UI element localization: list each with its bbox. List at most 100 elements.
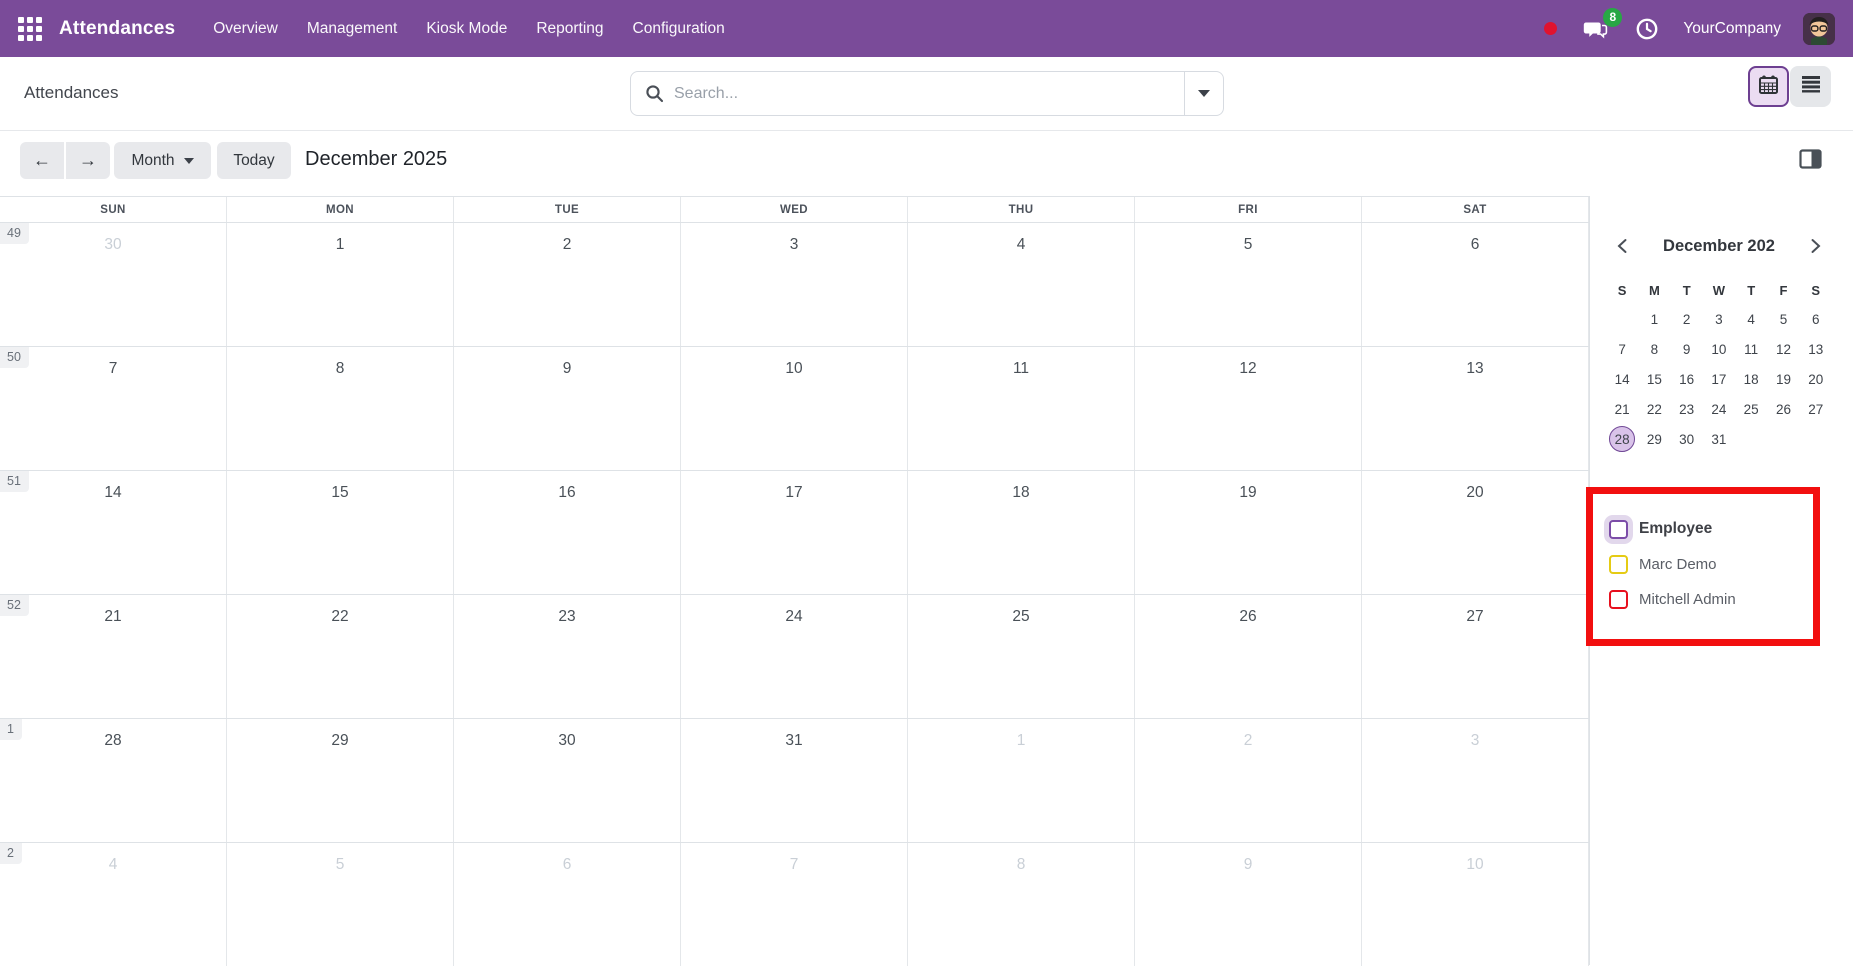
mini-day-cell[interactable]: 9 xyxy=(1671,334,1703,364)
mini-calendar-next-icon[interactable] xyxy=(1806,234,1826,258)
mini-day-cell[interactable]: 2 xyxy=(1671,304,1703,334)
mini-day-cell[interactable]: 6 xyxy=(1800,304,1832,334)
mini-day-cell[interactable]: 11 xyxy=(1735,334,1767,364)
calendar-day-cell[interactable]: 2 xyxy=(454,223,681,346)
filter-item-marc-demo[interactable]: Marc Demo xyxy=(1605,547,1805,582)
user-avatar[interactable] xyxy=(1803,13,1835,45)
calendar-day-cell[interactable]: 10 xyxy=(681,347,908,470)
menu-item-configuration[interactable]: Configuration xyxy=(633,20,725,38)
calendar-day-cell[interactable]: 20 xyxy=(1362,471,1589,594)
menu-item-kiosk-mode[interactable]: Kiosk Mode xyxy=(426,20,507,38)
calendar-day-cell[interactable]: 21 xyxy=(0,595,227,718)
next-period-button[interactable]: → xyxy=(66,142,110,179)
mini-day-cell[interactable]: 3 xyxy=(1703,304,1735,334)
mini-day-cell[interactable]: 5 xyxy=(1767,304,1799,334)
mini-day-cell[interactable]: 21 xyxy=(1606,394,1638,424)
mini-day-cell[interactable]: 14 xyxy=(1606,364,1638,394)
previous-period-button[interactable]: ← xyxy=(20,142,64,179)
calendar-day-cell[interactable]: 8 xyxy=(227,347,454,470)
mini-day-cell[interactable]: 4 xyxy=(1735,304,1767,334)
calendar-day-cell[interactable]: 26 xyxy=(1135,595,1362,718)
calendar-day-cell[interactable]: 30 xyxy=(454,719,681,842)
calendar-day-cell[interactable]: 4 xyxy=(0,843,227,966)
calendar-day-cell[interactable]: 28 xyxy=(0,719,227,842)
calendar-day-cell[interactable]: 31 xyxy=(681,719,908,842)
calendar-day-cell[interactable]: 19 xyxy=(1135,471,1362,594)
mini-day-cell[interactable]: 25 xyxy=(1735,394,1767,424)
mini-day-cell[interactable]: 7 xyxy=(1606,334,1638,364)
calendar-day-cell[interactable]: 14 xyxy=(0,471,227,594)
app-name[interactable]: Attendances xyxy=(59,18,175,40)
calendar-day-cell[interactable]: 10 xyxy=(1362,843,1589,966)
menu-item-reporting[interactable]: Reporting xyxy=(536,20,603,38)
company-name[interactable]: YourCompany xyxy=(1683,20,1781,38)
calendar-day-cell[interactable]: 13 xyxy=(1362,347,1589,470)
calendar-day-cell[interactable]: 3 xyxy=(1362,719,1589,842)
mini-day-cell[interactable]: 8 xyxy=(1638,334,1670,364)
calendar-day-cell[interactable]: 7 xyxy=(0,347,227,470)
calendar-day-cell[interactable]: 17 xyxy=(681,471,908,594)
calendar-day-cell[interactable]: 6 xyxy=(1362,223,1589,346)
calendar-day-cell[interactable]: 7 xyxy=(681,843,908,966)
calendar-day-cell[interactable]: 25 xyxy=(908,595,1135,718)
mini-day-cell[interactable]: 16 xyxy=(1671,364,1703,394)
search-dropdown-button[interactable] xyxy=(1184,72,1223,115)
mini-day-cell[interactable]: 13 xyxy=(1800,334,1832,364)
apps-menu-icon[interactable] xyxy=(18,17,42,41)
scale-dropdown-button[interactable]: Month xyxy=(114,142,211,179)
calendar-day-cell[interactable]: 16 xyxy=(454,471,681,594)
filter-section-employee[interactable]: Employee xyxy=(1605,511,1805,547)
mini-day-cell[interactable]: 12 xyxy=(1767,334,1799,364)
mini-day-cell[interactable]: 28 xyxy=(1606,424,1638,454)
mini-day-cell[interactable]: 10 xyxy=(1703,334,1735,364)
employee-section-checkbox[interactable] xyxy=(1609,520,1628,539)
calendar-day-cell[interactable]: 12 xyxy=(1135,347,1362,470)
today-button[interactable]: Today xyxy=(217,142,291,179)
calendar-day-cell[interactable]: 9 xyxy=(454,347,681,470)
calendar-day-cell[interactable]: 15 xyxy=(227,471,454,594)
list-view-button[interactable] xyxy=(1790,66,1831,107)
mini-day-cell[interactable]: 24 xyxy=(1703,394,1735,424)
calendar-day-cell[interactable]: 9 xyxy=(1135,843,1362,966)
menu-item-overview[interactable]: Overview xyxy=(213,20,278,38)
mini-day-cell[interactable]: 20 xyxy=(1800,364,1832,394)
filter-checkbox[interactable] xyxy=(1609,590,1628,609)
messages-button[interactable]: 8 xyxy=(1583,16,1609,42)
filter-item-mitchell-admin[interactable]: Mitchell Admin xyxy=(1605,582,1805,617)
calendar-day-cell[interactable]: 5 xyxy=(227,843,454,966)
mini-day-cell[interactable]: 29 xyxy=(1638,424,1670,454)
calendar-day-cell[interactable]: 3 xyxy=(681,223,908,346)
calendar-day-cell[interactable]: 29 xyxy=(227,719,454,842)
mini-calendar-prev-icon[interactable] xyxy=(1612,234,1632,258)
calendar-day-cell[interactable]: 1 xyxy=(908,719,1135,842)
calendar-day-cell[interactable]: 11 xyxy=(908,347,1135,470)
calendar-day-cell[interactable]: 4 xyxy=(908,223,1135,346)
calendar-day-cell[interactable]: 22 xyxy=(227,595,454,718)
mini-day-cell[interactable]: 1 xyxy=(1638,304,1670,334)
calendar-day-cell[interactable]: 30 xyxy=(0,223,227,346)
mini-day-cell[interactable]: 19 xyxy=(1767,364,1799,394)
calendar-day-cell[interactable]: 24 xyxy=(681,595,908,718)
mini-day-cell[interactable]: 30 xyxy=(1671,424,1703,454)
mini-day-cell[interactable]: 18 xyxy=(1735,364,1767,394)
mini-day-cell[interactable]: 22 xyxy=(1638,394,1670,424)
mini-day-cell[interactable]: 17 xyxy=(1703,364,1735,394)
mini-day-cell[interactable]: 15 xyxy=(1638,364,1670,394)
calendar-view-button[interactable] xyxy=(1748,66,1789,107)
calendar-day-cell[interactable]: 2 xyxy=(1135,719,1362,842)
calendar-day-cell[interactable]: 5 xyxy=(1135,223,1362,346)
search-input[interactable] xyxy=(674,85,1184,103)
menu-item-management[interactable]: Management xyxy=(307,20,397,38)
calendar-day-cell[interactable]: 18 xyxy=(908,471,1135,594)
calendar-day-cell[interactable]: 23 xyxy=(454,595,681,718)
sidebar-toggle-button[interactable] xyxy=(1799,149,1822,169)
calendar-day-cell[interactable]: 8 xyxy=(908,843,1135,966)
calendar-day-cell[interactable]: 1 xyxy=(227,223,454,346)
mini-day-cell[interactable]: 26 xyxy=(1767,394,1799,424)
calendar-day-cell[interactable]: 6 xyxy=(454,843,681,966)
calendar-day-cell[interactable]: 27 xyxy=(1362,595,1589,718)
activity-clock-icon[interactable] xyxy=(1635,17,1659,41)
mini-day-cell[interactable]: 23 xyxy=(1671,394,1703,424)
mini-day-cell[interactable]: 31 xyxy=(1703,424,1735,454)
filter-checkbox[interactable] xyxy=(1609,555,1628,574)
